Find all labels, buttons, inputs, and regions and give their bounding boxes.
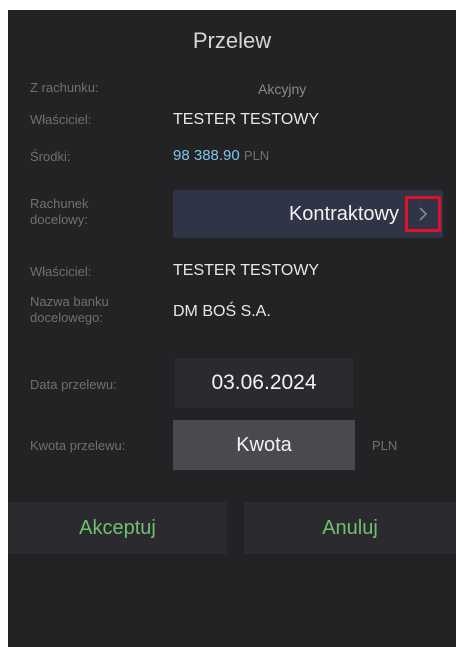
transfer-amount-label: Kwota przelewu: bbox=[30, 438, 126, 453]
transfer-dialog: Przelew Z rachunku: Akcyjny Właściciel: … bbox=[8, 10, 456, 647]
from-account-label: Z rachunku: bbox=[30, 80, 99, 95]
owner-value: TESTER TESTOWY bbox=[173, 111, 320, 128]
transfer-date-label: Data przelewu: bbox=[30, 377, 117, 392]
funds-amount: 98 388.90 bbox=[173, 147, 240, 164]
accept-button[interactable]: Akceptuj bbox=[8, 502, 227, 554]
target-bank-value: DM BOŚ S.A. bbox=[173, 303, 271, 320]
target-account-value: Kontraktowy bbox=[288, 203, 399, 225]
chevron-right-icon[interactable] bbox=[405, 196, 441, 232]
target-owner-label: Właściciel: bbox=[30, 264, 92, 279]
cancel-button[interactable]: Anuluj bbox=[244, 502, 456, 554]
target-bank-label: Nazwa banku docelowego: bbox=[30, 294, 109, 325]
transfer-amount-input[interactable]: Kwota bbox=[173, 420, 355, 470]
target-account-select[interactable]: Kontraktowy bbox=[173, 190, 443, 238]
page-title: Przelew bbox=[192, 28, 272, 53]
from-account-value: Akcyjny bbox=[258, 81, 307, 97]
funds-value: 98 388.90 PLN bbox=[173, 147, 269, 165]
transfer-date-field[interactable]: 03.06.2024 bbox=[175, 358, 353, 408]
target-account-label: Rachunek docelowy: bbox=[30, 196, 89, 227]
transfer-amount-currency: PLN bbox=[372, 438, 398, 453]
target-owner-value: TESTER TESTOWY bbox=[173, 262, 320, 279]
funds-currency: PLN bbox=[243, 148, 270, 163]
owner-label: Właściciel: bbox=[30, 112, 92, 127]
funds-label: Środki: bbox=[30, 149, 71, 164]
